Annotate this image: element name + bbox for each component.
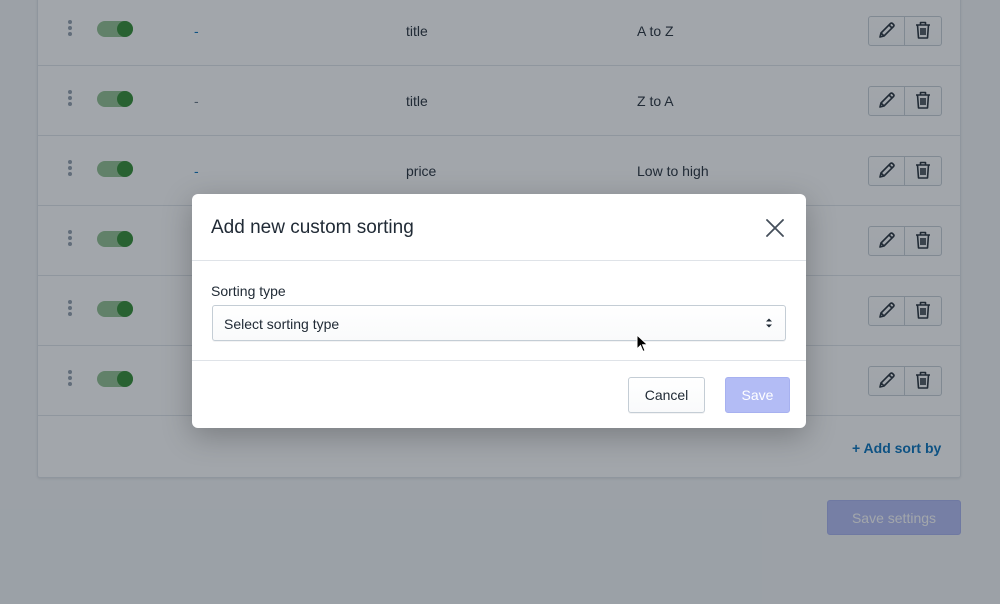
sorting-type-select[interactable]: Select sorting type	[212, 305, 786, 341]
sorting-type-label: Sorting type	[211, 283, 286, 299]
modal-footer: Cancel Save	[192, 361, 806, 428]
cancel-button[interactable]: Cancel	[628, 377, 705, 413]
modal-header: Add new custom sorting	[192, 194, 806, 261]
close-icon[interactable]	[764, 217, 786, 239]
modal-body: Sorting type Select sorting type	[192, 261, 806, 361]
select-arrows-icon	[766, 318, 772, 328]
modal-title: Add new custom sorting	[211, 217, 414, 238]
sorting-type-select-value: Select sorting type	[224, 316, 340, 332]
add-custom-sorting-modal: Add new custom sorting Sorting type Sele…	[192, 194, 806, 428]
save-button[interactable]: Save	[725, 377, 790, 413]
mouse-pointer-icon	[636, 334, 649, 353]
